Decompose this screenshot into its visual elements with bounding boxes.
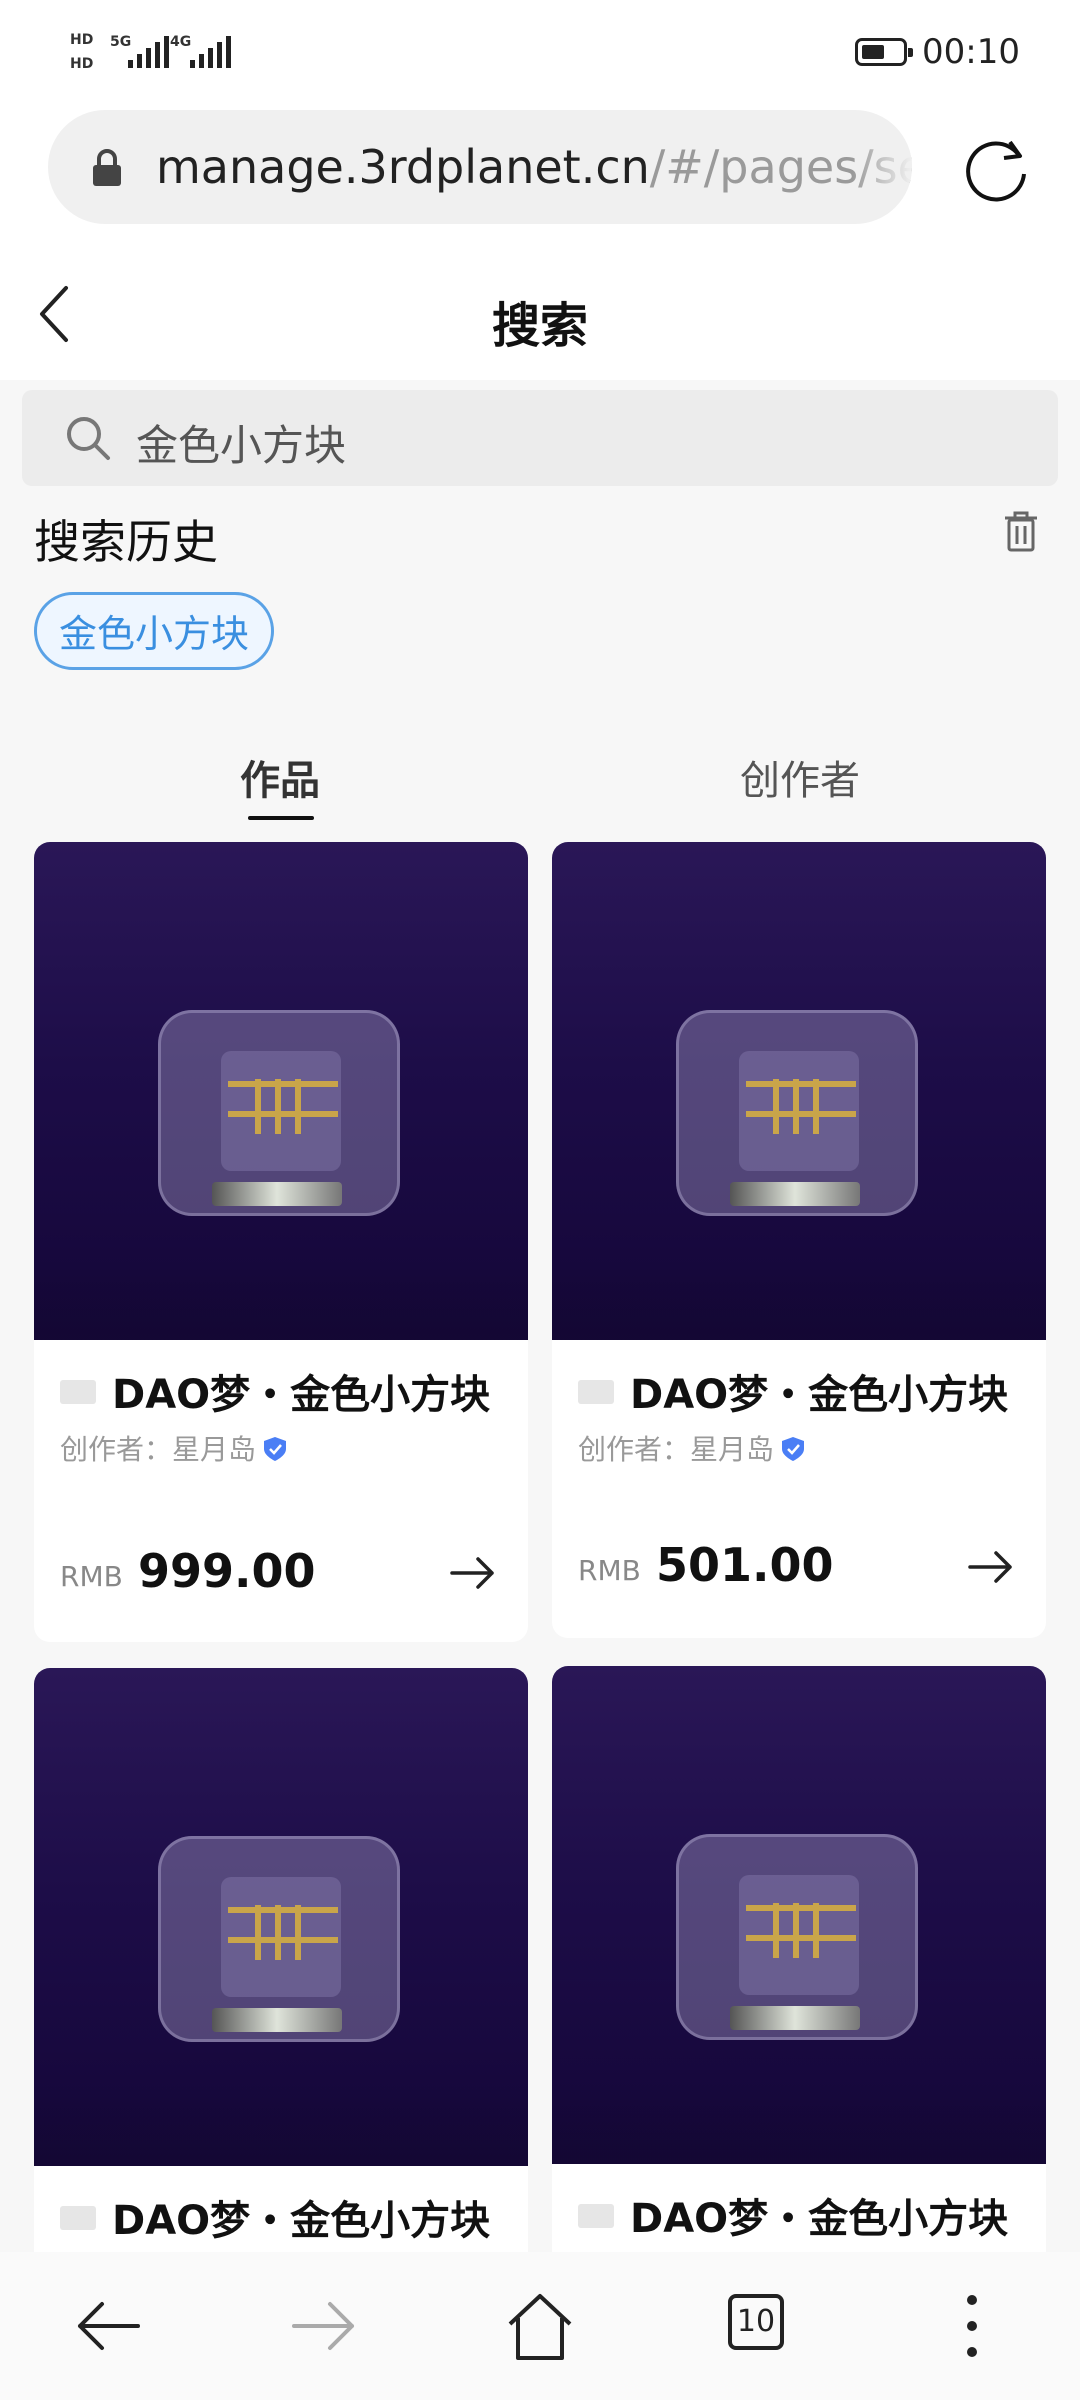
search-history-title: 搜索历史 <box>34 515 218 569</box>
artwork-card[interactable]: DAO梦・金色小方块 创作者：星月岛 RMB 999.00 <box>34 842 528 1642</box>
signal-bars-icon <box>190 36 231 68</box>
address-bar[interactable]: manage.3rdplanet.cn/#/pages/sea <box>48 110 912 224</box>
creator-name: 创作者：星月岛 <box>578 1433 775 1466</box>
reload-icon[interactable] <box>958 132 1034 208</box>
more-options-icon[interactable] <box>936 2290 1008 2362</box>
browser-bottom-bar: 10 <box>0 2252 1080 2400</box>
artwork-image <box>552 842 1046 1340</box>
card-title: DAO梦・金色小方块 <box>578 2186 1008 2244</box>
signal-bars-icon <box>128 36 169 68</box>
url-text: manage.3rdplanet.cn/#/pages/sea <box>156 140 912 194</box>
artwork-image <box>34 842 528 1340</box>
price-row: RMB 501.00 <box>578 1536 1018 1606</box>
ticket-icon <box>60 2206 96 2230</box>
forward-arrow-icon[interactable] <box>288 2290 360 2362</box>
card-title: DAO梦・金色小方块 <box>578 1362 1008 1420</box>
arrow-right-icon[interactable] <box>448 1548 498 1598</box>
lock-icon <box>93 149 121 186</box>
search-input[interactable]: 金色小方块 <box>22 390 1058 486</box>
price: 501.00 <box>656 1538 834 1592</box>
url-domain: manage.3rdplanet.cn <box>156 140 650 194</box>
battery-icon <box>855 38 913 66</box>
tab-works[interactable]: 作品 <box>180 748 380 806</box>
card-title-text: DAO梦・金色小方块 <box>630 1372 1009 1418</box>
active-tab-indicator <box>248 816 314 820</box>
search-history-tag[interactable]: 金色小方块 <box>34 592 275 670</box>
artwork-card[interactable]: DAO梦・金色小方块 <box>552 1666 1046 2252</box>
hd-label: HD <box>70 32 94 48</box>
currency-label: RMB <box>60 1560 123 1593</box>
card-creator: 创作者：星月岛 <box>578 1428 806 1468</box>
search-icon <box>67 417 110 460</box>
arrow-right-icon[interactable] <box>966 1542 1016 1592</box>
verified-icon <box>264 1437 287 1461</box>
card-title-text: DAO梦・金色小方块 <box>630 2196 1009 2242</box>
page-title: 搜索 <box>491 298 588 354</box>
ticket-icon <box>60 1380 96 1404</box>
artwork-image <box>34 1668 528 2166</box>
clock: 00:10 <box>922 32 1020 72</box>
currency-label: RMB <box>578 1554 641 1587</box>
ticket-icon <box>578 1380 614 1404</box>
artwork-card[interactable]: DAO梦・金色小方块 <box>34 1668 528 2252</box>
hd-label: HD <box>70 56 94 72</box>
back-arrow-icon[interactable] <box>72 2290 144 2362</box>
ticket-icon <box>578 2204 614 2228</box>
search-results-page: 金色小方块 搜索历史 金色小方块 作品 创作者 DAO梦・金色小方块 创作者：星… <box>0 380 1080 2252</box>
artwork-image <box>552 1666 1046 2164</box>
creator-name: 创作者：星月岛 <box>60 1433 257 1466</box>
verified-icon <box>782 1437 805 1461</box>
tab-creators[interactable]: 创作者 <box>700 748 900 806</box>
card-creator: 创作者：星月岛 <box>60 1428 288 1468</box>
status-bar: HD HD 5G 4G 00:10 <box>0 0 1080 100</box>
card-title: DAO梦・金色小方块 <box>60 1362 490 1420</box>
card-title: DAO梦・金色小方块 <box>60 2188 490 2246</box>
home-icon[interactable] <box>504 2290 576 2362</box>
card-title-text: DAO梦・金色小方块 <box>112 2198 491 2244</box>
trash-icon[interactable] <box>1003 510 1039 552</box>
artwork-card[interactable]: DAO梦・金色小方块 创作者：星月岛 RMB 501.00 <box>552 842 1046 1638</box>
price: 999.00 <box>138 1544 316 1598</box>
search-query: 金色小方块 <box>136 421 347 470</box>
card-title-text: DAO梦・金色小方块 <box>112 1372 491 1418</box>
price-row: RMB 999.00 <box>60 1542 500 1612</box>
tabs-count-button[interactable]: 10 <box>728 2294 784 2350</box>
network-type-sim2: 4G <box>170 34 192 50</box>
